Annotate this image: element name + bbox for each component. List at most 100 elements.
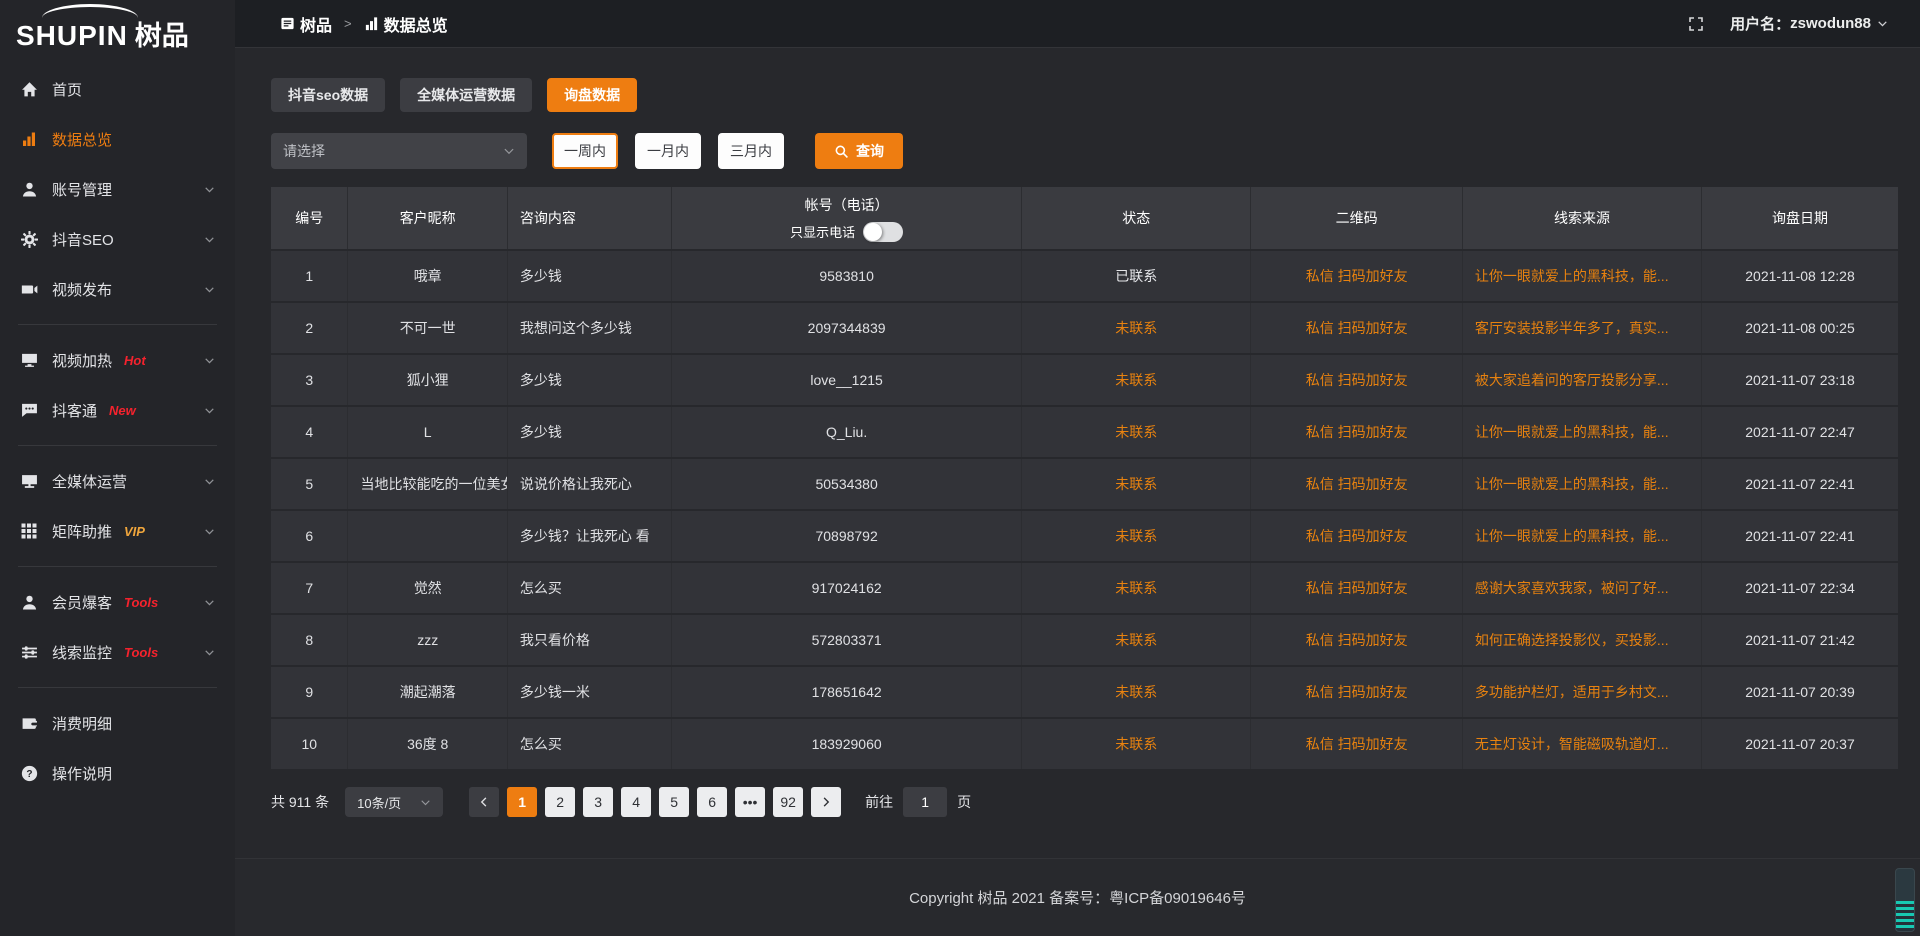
data-table: 编号客户昵称咨询内容帐号（电话）只显示电话状态二维码线索来源询盘日期 1 哦章 …	[271, 187, 1898, 769]
cell-qr: 私信 扫码加好友	[1250, 667, 1462, 717]
column-label: 二维码	[1263, 208, 1450, 228]
cell-source: 如何正确选择投影仪，买投影...	[1462, 615, 1701, 665]
sidebar-item[interactable]: 矩阵助推 VIP	[0, 506, 235, 556]
qr-link[interactable]: 私信 扫码加好友	[1306, 424, 1408, 440]
copyright-text: Copyright 树品 2021 备案号：粤ICP备09019646号	[909, 887, 1246, 908]
sidebar-item[interactable]: 数据总览	[0, 114, 235, 164]
source-link[interactable]: 如何正确选择投影仪，买投影...	[1475, 632, 1669, 648]
source-link[interactable]: 感谢大家喜欢我家，被问了好...	[1475, 580, 1669, 596]
pagination-page-button[interactable]: 3	[583, 787, 613, 817]
sidebar-item[interactable]: 抖客通 New	[0, 385, 235, 435]
sidebar-item-label: 全媒体运营	[52, 471, 127, 492]
cell-nickname: 狐小狸	[347, 355, 506, 405]
sidebar-divider	[18, 324, 217, 325]
cell-account: 917024162	[671, 563, 1021, 613]
sidebar-item[interactable]: 视频加热 Hot	[0, 335, 235, 385]
qr-link[interactable]: 私信 扫码加好友	[1306, 320, 1408, 336]
sidebar-divider	[18, 445, 217, 446]
period-button[interactable]: 三月内	[718, 133, 784, 169]
cell-nickname: 当地比较能吃的一位美女	[347, 459, 506, 509]
cell-no: 9	[271, 667, 347, 717]
sidebar-item[interactable]: 消费明细	[0, 698, 235, 748]
sidebar-item[interactable]: 视频发布	[0, 264, 235, 314]
gear-icon	[20, 230, 38, 248]
pagination-page-button[interactable]: 6	[697, 787, 727, 817]
filter-select[interactable]: 请选择	[271, 133, 527, 169]
cell-account: 9583810	[671, 251, 1021, 301]
chevron-down-icon	[204, 476, 215, 487]
cell-nickname	[347, 511, 506, 561]
source-link[interactable]: 被大家追着问的客厅投影分享...	[1475, 372, 1669, 388]
sidebar-item[interactable]: 首页	[0, 64, 235, 114]
status-badge: 未联系	[1115, 632, 1157, 648]
qr-link[interactable]: 私信 扫码加好友	[1306, 268, 1408, 284]
cell-content: 多少钱？让我死心 看	[507, 511, 671, 561]
qr-link[interactable]: 私信 扫码加好友	[1306, 632, 1408, 648]
period-button[interactable]: 一月内	[635, 133, 701, 169]
qr-link[interactable]: 私信 扫码加好友	[1306, 476, 1408, 492]
cell-no: 8	[271, 615, 347, 665]
pagination-page-button[interactable]: 2	[545, 787, 575, 817]
source-link[interactable]: 让你一眼就爱上的黑科技，能...	[1475, 424, 1669, 440]
tab-button[interactable]: 询盘数据	[547, 78, 637, 112]
table-row: 2 不可一世 我想问这个多少钱 2097344839 未联系 私信 扫码加好友 …	[271, 301, 1898, 353]
source-link[interactable]: 让你一眼就爱上的黑科技，能...	[1475, 268, 1669, 284]
sidebar-item[interactable]: 线索监控 Tools	[0, 627, 235, 677]
tab-button[interactable]: 抖音seo数据	[271, 78, 385, 112]
sidebar-item[interactable]: 账号管理	[0, 164, 235, 214]
fullscreen-icon[interactable]	[1688, 16, 1704, 32]
chevron-down-icon	[204, 405, 215, 416]
sidebar-item[interactable]: ? 操作说明	[0, 748, 235, 798]
qr-link[interactable]: 私信 扫码加好友	[1306, 372, 1408, 388]
goto-page-input[interactable]	[903, 787, 947, 817]
period-button[interactable]: 一周内	[552, 133, 618, 169]
sidebar-item[interactable]: 抖音SEO	[0, 214, 235, 264]
cell-qr: 私信 扫码加好友	[1250, 355, 1462, 405]
pagination-page-button[interactable]: 5	[659, 787, 689, 817]
source-link[interactable]: 让你一眼就爱上的黑科技，能...	[1475, 528, 1669, 544]
source-link[interactable]: 无主灯设计，智能磁吸轨道灯...	[1475, 736, 1669, 752]
tab-bar: 抖音seo数据全媒体运营数据询盘数据	[271, 78, 1898, 112]
cell-date: 2021-11-08 12:28	[1701, 251, 1898, 301]
table-header-cell: 编号	[271, 187, 347, 249]
pagination-next-button[interactable]	[811, 787, 841, 817]
qr-link[interactable]: 私信 扫码加好友	[1306, 736, 1408, 752]
qr-link[interactable]: 私信 扫码加好友	[1306, 684, 1408, 700]
sidebar-item-label: 矩阵助推	[52, 521, 112, 542]
cell-content: 我想问这个多少钱	[507, 303, 671, 353]
chevron-down-icon	[204, 234, 215, 245]
cell-no: 6	[271, 511, 347, 561]
qr-link[interactable]: 私信 扫码加好友	[1306, 580, 1408, 596]
cell-content: 说说价格让我死心	[507, 459, 671, 509]
chat-widget[interactable]	[1895, 868, 1915, 932]
qr-link[interactable]: 私信 扫码加好友	[1306, 528, 1408, 544]
tab-button[interactable]: 全媒体运营数据	[400, 78, 532, 112]
cell-status: 未联系	[1021, 719, 1250, 769]
user-menu[interactable]: 用户名：zswodun88	[1730, 13, 1888, 34]
chevron-down-icon	[503, 145, 515, 157]
source-link[interactable]: 客厅安装投影半年多了，真实...	[1475, 320, 1669, 336]
pagination-page-button[interactable]: 1	[507, 787, 537, 817]
phone-only-toggle[interactable]	[863, 222, 903, 242]
table-header-cell: 询盘日期	[1701, 187, 1898, 249]
pagination-page-button[interactable]: 92	[773, 787, 803, 817]
chevron-down-icon	[204, 597, 215, 608]
brand-logo[interactable]: SHUPIN树品	[0, 0, 235, 58]
cell-no: 4	[271, 407, 347, 457]
table-row: 4 L 多少钱 Q_Liu. 未联系 私信 扫码加好友 让你一眼就爱上的黑科技，…	[271, 405, 1898, 457]
source-link[interactable]: 多功能护栏灯，适用于乡村文...	[1475, 684, 1669, 700]
sidebar-item[interactable]: 全媒体运营	[0, 456, 235, 506]
pagination-prev-button[interactable]	[469, 787, 499, 817]
cell-content: 怎么买	[507, 563, 671, 613]
sidebar-item-label: 操作说明	[52, 763, 112, 784]
pagination-ellipsis[interactable]: •••	[735, 787, 765, 817]
pagination-page-button[interactable]: 4	[621, 787, 651, 817]
logo-arc-icon	[42, 4, 138, 18]
search-button[interactable]: 查询	[815, 133, 903, 169]
cell-source: 让你一眼就爱上的黑科技，能...	[1462, 459, 1701, 509]
source-link[interactable]: 让你一眼就爱上的黑科技，能...	[1475, 476, 1669, 492]
page-size-select[interactable]: 10条/页	[345, 787, 443, 817]
sidebar-item[interactable]: 会员爆客 Tools	[0, 577, 235, 627]
breadcrumb-root[interactable]: 树品	[300, 12, 332, 36]
cell-content: 多少钱	[507, 355, 671, 405]
